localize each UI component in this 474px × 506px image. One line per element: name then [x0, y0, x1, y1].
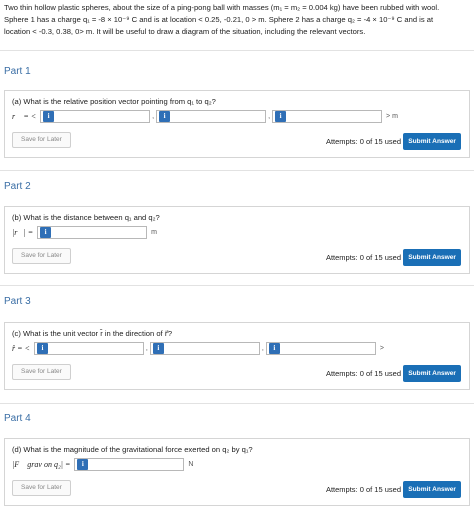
part-4-answer-row: |F⃗ grav on q₂| = i N — [12, 457, 193, 471]
problem-statement: Two thin hollow plastic spheres, about t… — [4, 2, 470, 38]
info-icon[interactable]: i — [268, 342, 280, 354]
divider — [0, 403, 474, 404]
divider — [0, 50, 474, 51]
part-2-distance-field[interactable]: i — [37, 225, 148, 239]
submit-answer-button[interactable]: Submit Answer — [403, 249, 461, 266]
part-1-x-field[interactable]: i — [40, 109, 151, 123]
part-3-answer-row: r̂ = < i , i , i > — [12, 341, 384, 355]
part-1-z-field[interactable]: i — [272, 109, 383, 123]
attempts-counter: Attempts: 0 of 15 used — [325, 137, 401, 146]
part-3-question: (c) What is the unit vector r̂ in the di… — [12, 329, 173, 338]
part-4-label: |F⃗ grav on q₂| = — [12, 459, 71, 469]
info-icon[interactable]: i — [275, 110, 287, 122]
part-4-title: Part 4 — [4, 413, 31, 424]
problem-line-2: Sphere 1 has a charge q₁ = -8 × 10⁻⁹ C a… — [4, 15, 434, 24]
part-2-title: Part 2 — [4, 181, 31, 192]
part-4-box: (d) What is the magnitude of the gravita… — [4, 438, 470, 506]
save-for-later-button[interactable]: Save for Later — [12, 480, 71, 496]
part-3-z-field[interactable]: i — [265, 341, 376, 355]
part-2-answer-row: |r⃗| = i m — [12, 225, 157, 239]
problem-line-3: location < -0.3, 0.38, 0> m. It will be … — [4, 27, 366, 36]
info-icon[interactable]: i — [77, 458, 89, 470]
part-1-y-field[interactable]: i — [156, 109, 267, 123]
part-3-title: Part 3 — [4, 296, 31, 307]
divider — [0, 285, 474, 286]
submit-answer-button[interactable]: Submit Answer — [403, 133, 461, 150]
divider — [0, 170, 474, 171]
save-for-later-button[interactable]: Save for Later — [12, 364, 71, 380]
part-4-question: (d) What is the magnitude of the gravita… — [12, 445, 253, 454]
info-icon[interactable]: i — [40, 226, 52, 238]
part-2-box: (b) What is the distance between q₁ and … — [4, 206, 470, 274]
attempts-counter: Attempts: 0 of 15 used — [325, 253, 401, 262]
attempts-counter: Attempts: 0 of 15 used — [325, 369, 401, 378]
part-3-box: (c) What is the unit vector r̂ in the di… — [4, 322, 470, 390]
attempts-counter: Attempts: 0 of 15 used — [325, 485, 401, 494]
part-3-x-field[interactable]: i — [33, 341, 144, 355]
part-4-unit: N — [188, 460, 194, 468]
save-for-later-button[interactable]: Save for Later — [12, 248, 71, 264]
submit-answer-button[interactable]: Submit Answer — [403, 481, 461, 498]
part-3-y-field[interactable]: i — [149, 341, 260, 355]
part-1-question: (a) What is the relative position vector… — [12, 97, 216, 106]
problem-line-1: Two thin hollow plastic spheres, about t… — [4, 3, 440, 12]
part-3-unit: > — [379, 344, 384, 352]
part-1-box: (a) What is the relative position vector… — [4, 90, 470, 158]
part-4-force-field[interactable]: i — [74, 457, 185, 471]
part-3-label: r̂ = < — [12, 343, 30, 353]
part-1-title: Part 1 — [4, 66, 31, 77]
submit-answer-button[interactable]: Submit Answer — [403, 365, 461, 382]
part-1-label: r⃗ = < — [12, 111, 37, 121]
save-for-later-button[interactable]: Save for Later — [12, 132, 71, 148]
part-2-unit: m — [151, 228, 157, 236]
info-icon[interactable]: i — [36, 342, 48, 354]
part-1-unit: > m — [386, 112, 398, 120]
part-2-question: (b) What is the distance between q₁ and … — [12, 213, 160, 222]
info-icon[interactable]: i — [43, 110, 55, 122]
info-icon[interactable]: i — [159, 110, 171, 122]
info-icon[interactable]: i — [152, 342, 164, 354]
part-2-label: |r⃗| = — [12, 227, 34, 237]
part-1-answer-row: r⃗ = < i , i , i > m — [12, 109, 398, 123]
